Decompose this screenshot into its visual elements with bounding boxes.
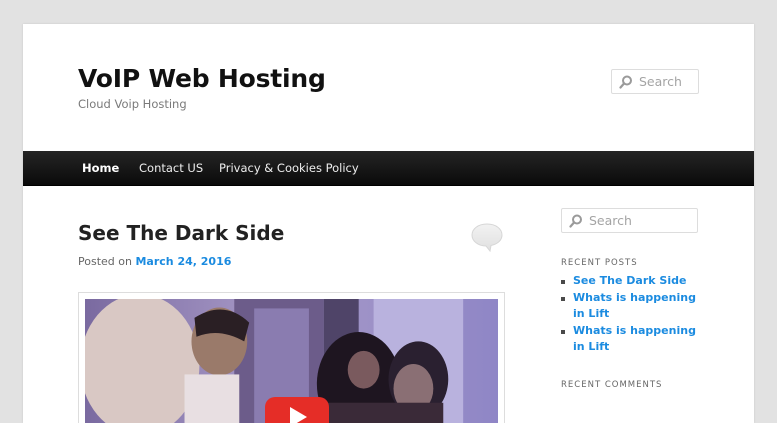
page: VoIP Web Hosting Cloud Voip Hosting Sear… bbox=[23, 24, 754, 423]
recent-post-link[interactable]: See The Dark Side bbox=[573, 274, 686, 287]
recent-post-link[interactable]: Whats is happening in Lift bbox=[573, 291, 696, 321]
nav-item-home[interactable]: Home bbox=[82, 151, 119, 185]
search-placeholder: Search bbox=[589, 213, 632, 228]
youtube-play-icon[interactable] bbox=[264, 396, 330, 423]
search-placeholder: Search bbox=[639, 74, 682, 89]
nav-item-privacy-cookies-policy[interactable]: Privacy & Cookies Policy bbox=[219, 151, 359, 185]
list-item: Whats is happening in Lift bbox=[561, 290, 711, 323]
site-title[interactable]: VoIP Web Hosting bbox=[78, 64, 326, 93]
recent-post-link[interactable]: Whats is happening in Lift bbox=[573, 324, 696, 354]
list-item: See The Dark Side bbox=[561, 273, 711, 290]
main-navigation: Home Contact US Privacy & Cookies Policy bbox=[23, 151, 754, 186]
search-icon bbox=[569, 214, 582, 228]
sidebar-search-input[interactable]: Search bbox=[561, 208, 698, 233]
post-meta: Posted on March 24, 2016 bbox=[78, 255, 231, 268]
comment-bubble-icon[interactable] bbox=[470, 222, 504, 252]
search-icon bbox=[619, 75, 632, 89]
post-title[interactable]: See The Dark Side bbox=[78, 221, 284, 245]
header-search-input[interactable]: Search bbox=[611, 69, 699, 94]
site-description: Cloud Voip Hosting bbox=[78, 97, 187, 111]
nav-item-contact-us[interactable]: Contact US bbox=[139, 151, 203, 185]
video-embed[interactable] bbox=[78, 292, 505, 423]
post-date-link[interactable]: March 24, 2016 bbox=[135, 255, 231, 268]
video-thumbnail[interactable] bbox=[85, 299, 498, 423]
list-item: Whats is happening in Lift bbox=[561, 323, 711, 356]
posted-on-label: Posted on bbox=[78, 255, 132, 268]
recent-posts-list: See The Dark Side Whats is happening in … bbox=[561, 273, 711, 356]
recent-posts-heading: Recent Posts bbox=[561, 258, 638, 268]
recent-comments-heading: Recent Comments bbox=[561, 380, 663, 390]
